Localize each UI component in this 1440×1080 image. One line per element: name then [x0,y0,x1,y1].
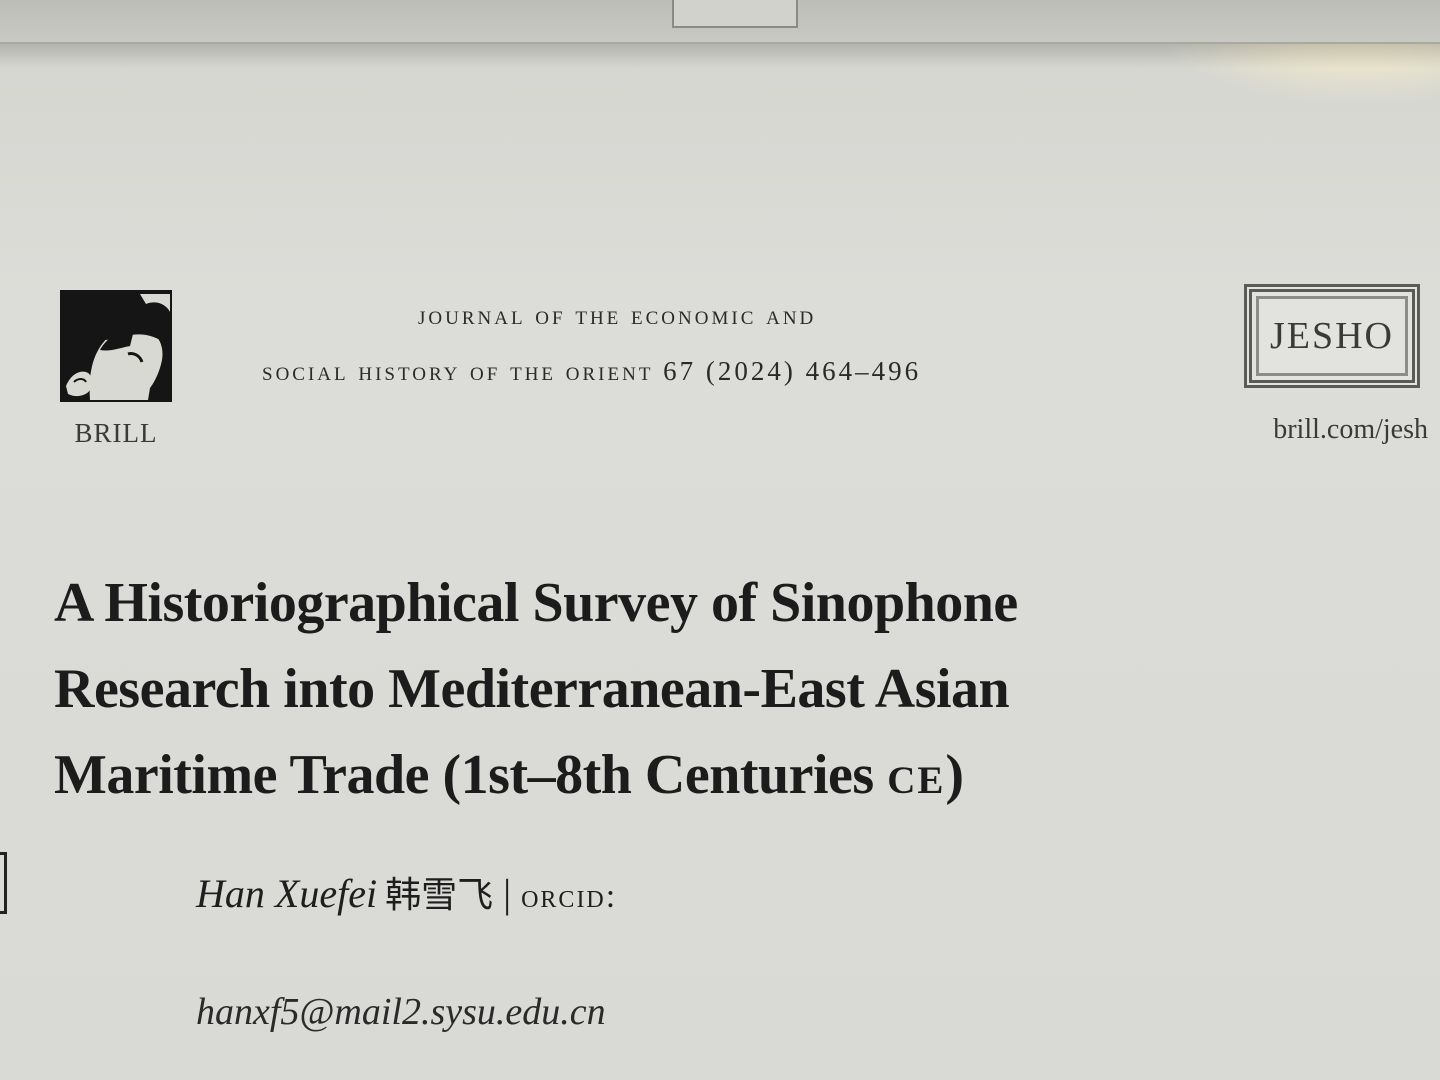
brill-logo-icon [60,290,172,402]
screen-background [0,0,1440,1080]
publisher-name: BRILL [74,418,158,448]
orcid-label: ORCID: [521,878,618,915]
author-email-link[interactable]: hanxf5@mail2.sysu.edu.cn [196,990,606,1034]
article-title: A Historiographical Survey of Sinophone … [54,560,1234,818]
journal-badge: JESHO [1244,284,1420,388]
title-era-abbr: CE [887,744,946,806]
title-line-2: Research into Mediterranean-East Asian [54,658,1010,720]
journal-title-line2: SOCIAL HISTORY OF THE ORIENT 67 (2024) 4… [262,356,922,386]
page-top-shadow [0,44,1440,68]
journal-title-line1: JOURNAL OF THE ECONOMIC AND [418,300,817,330]
author-separator: | [503,871,512,916]
title-line-1: A Historiographical Survey of Sinophone [54,572,1018,634]
title-line-3-main: Maritime Trade (1st–8th Centuries [54,744,888,806]
author-name-chinese: 韩雪飞 [385,875,494,916]
author-name: Han Xuefei [196,871,378,916]
brill-logo-graphic [60,290,172,402]
journal-url-link[interactable]: brill.com/jesh [1238,414,1428,446]
viewer-toolbar [0,0,1440,44]
toolbar-field[interactable] [672,0,798,28]
journal-badge-text: JESHO [1269,315,1395,357]
left-edge-bracket [0,852,7,914]
title-line-3: Maritime Trade (1st–8th Centuries CE) [54,732,1234,818]
title-line-3-end: ) [945,744,964,806]
author-line: Han Xuefei 韩雪飞 | ORCID: [196,866,617,918]
